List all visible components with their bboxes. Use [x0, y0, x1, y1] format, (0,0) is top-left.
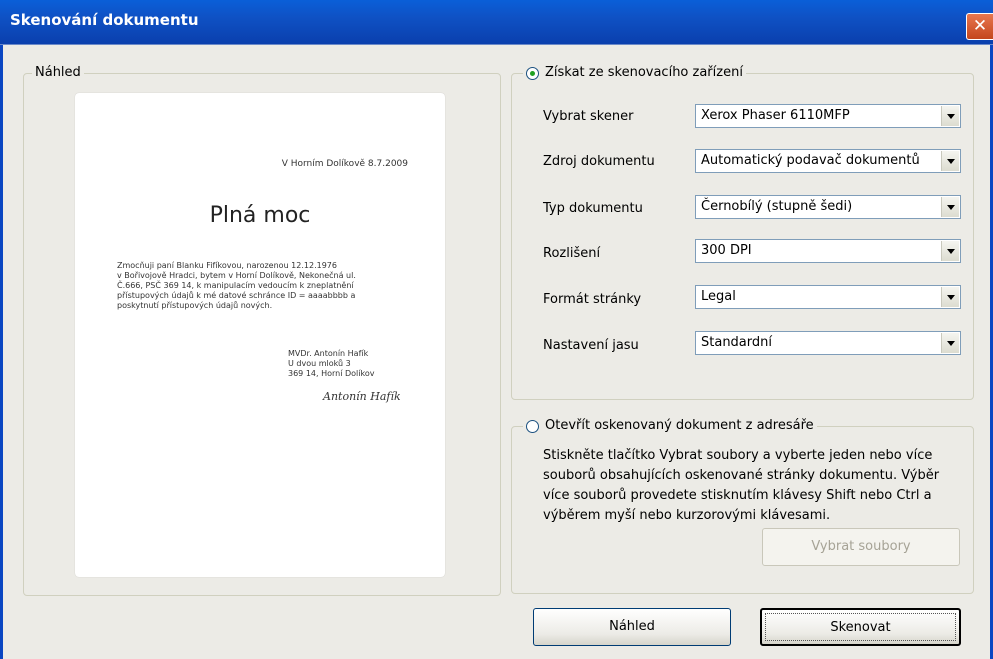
scanner-radio[interactable]	[526, 67, 539, 80]
page-format-select[interactable]: Legal	[695, 285, 961, 309]
scan-dialog: Skenování dokumentu ✕ Náhled V Horním Do…	[0, 0, 993, 659]
select-files-label: Vybrat soubory	[811, 539, 911, 554]
chevron-down-icon[interactable]	[941, 241, 959, 261]
close-icon: ✕	[972, 16, 988, 36]
folder-radio-label: Otevřít oskenovaný dokument z adresáře	[545, 418, 814, 433]
source-select[interactable]: Automatický podavač dokumentů	[695, 149, 961, 173]
chevron-down-icon[interactable]	[941, 287, 959, 307]
select-files-button[interactable]: Vybrat soubory	[762, 528, 960, 566]
scanner-select-value: Xerox Phaser 6110MFP	[701, 108, 850, 123]
document-signature: Antonín Hafík	[323, 390, 401, 403]
document-address: MVDr. Antonín Hafík U dvou mloků 3 369 1…	[288, 349, 375, 378]
page-format-select-value: Legal	[701, 289, 736, 304]
brightness-select[interactable]: Standardní	[695, 331, 961, 355]
scan-button-label: Skenovat	[830, 620, 891, 635]
resolution-select-value: 300 DPI	[701, 243, 752, 258]
chevron-down-icon[interactable]	[941, 197, 959, 217]
preview-button-label: Náhled	[609, 619, 655, 634]
window-title: Skenování dokumentu	[10, 11, 199, 29]
brightness-select-value: Standardní	[701, 335, 772, 350]
title-bar[interactable]: Skenování dokumentu ✕	[0, 0, 993, 45]
source-label: Zdroj dokumentu	[543, 154, 655, 169]
preview-legend: Náhled	[32, 65, 84, 81]
chevron-down-icon[interactable]	[941, 333, 959, 353]
scanner-radio-label: Získat ze skenovacího zařízení	[545, 65, 743, 80]
doctype-select-value: Černobílý (stupně šedi)	[701, 199, 853, 214]
close-button[interactable]: ✕	[966, 13, 993, 40]
resolution-label: Rozlišení	[543, 246, 601, 261]
folder-radio-option[interactable]: Otevřít oskenovaný dokument z adresáře	[523, 418, 817, 433]
document-preview: V Horním Dolíkově 8.7.2009 Plná moc Zmoc…	[75, 93, 445, 577]
source-select-value: Automatický podavač dokumentů	[701, 153, 920, 168]
folder-radio[interactable]	[526, 420, 539, 433]
scanner-label: Vybrat skener	[543, 109, 634, 124]
doctype-label: Typ dokumentu	[543, 201, 643, 216]
page-format-label: Formát stránky	[543, 292, 642, 307]
chevron-down-icon[interactable]	[941, 151, 959, 171]
preview-button[interactable]: Náhled	[533, 608, 731, 646]
document-title: Plná moc	[209, 203, 311, 228]
doctype-select[interactable]: Černobílý (stupně šedi)	[695, 195, 961, 219]
scanner-select[interactable]: Xerox Phaser 6110MFP	[695, 104, 961, 128]
folder-description: Stiskněte tlačítko Vybrat soubory a vybe…	[543, 448, 940, 523]
scan-button[interactable]: Skenovat	[760, 608, 961, 646]
chevron-down-icon[interactable]	[941, 106, 959, 126]
resolution-select[interactable]: 300 DPI	[695, 239, 961, 263]
scanner-radio-option[interactable]: Získat ze skenovacího zařízení	[523, 65, 746, 80]
brightness-label: Nastavení jasu	[543, 338, 639, 353]
document-paragraph: Zmocňuji paní Blanku Fifíkovou, narozeno…	[117, 261, 356, 310]
document-date: V Horním Dolíkově 8.7.2009	[281, 159, 408, 169]
